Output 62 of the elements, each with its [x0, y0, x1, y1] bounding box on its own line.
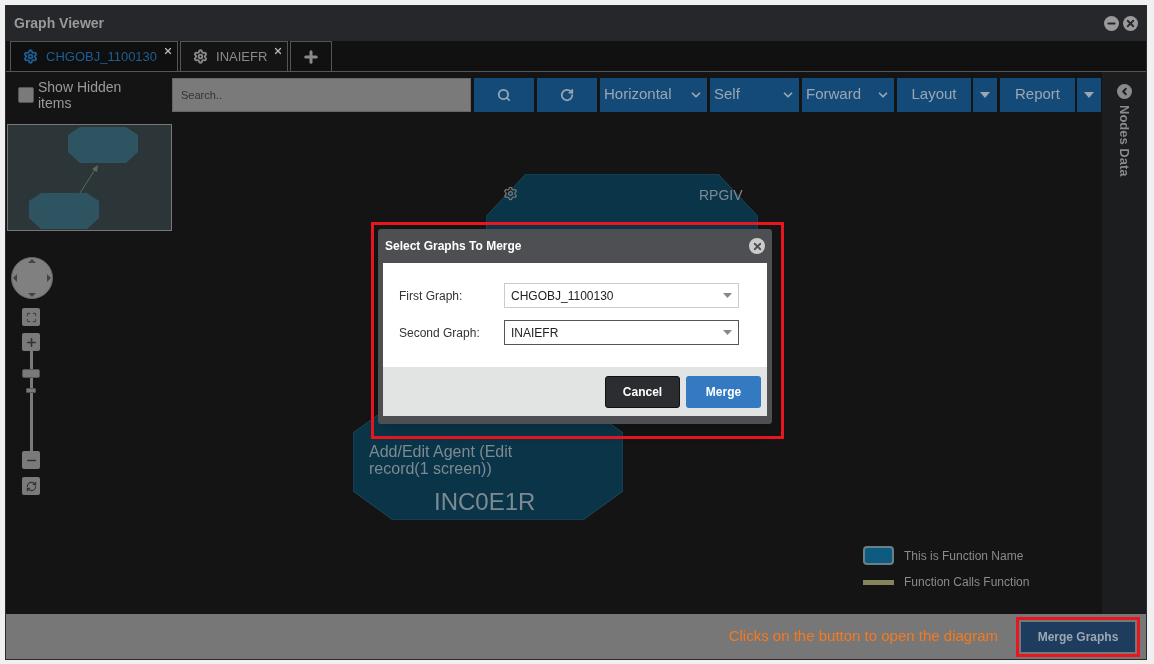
dropdown-button[interactable]: Self	[710, 77, 799, 112]
caret-icon	[980, 91, 990, 98]
gear-icon	[23, 49, 38, 64]
dialog-title: Select Graphs To Merge	[385, 238, 522, 255]
legend-edge-swatch	[863, 579, 894, 585]
gear-icon	[193, 49, 209, 64]
plus-icon	[302, 47, 321, 66]
node-tag: RPGIV	[699, 185, 743, 206]
close-button[interactable]	[1123, 16, 1138, 31]
node-code: INC0E1R	[434, 487, 536, 517]
close-tab-icon[interactable]	[273, 46, 284, 56]
zoom-slider-thumb[interactable]	[26, 388, 36, 393]
field-label: Second Graph:	[399, 324, 481, 342]
zoom-in-button[interactable]	[22, 333, 40, 351]
graph-select[interactable]: INAIEFR	[504, 320, 739, 345]
close-tab-icon[interactable]	[163, 46, 174, 56]
merge-button[interactable]: Merge	[686, 375, 761, 408]
merge-graphs-button[interactable]: Merge Graphs	[1021, 621, 1135, 652]
caret-icon	[723, 330, 732, 335]
minimap[interactable]	[7, 124, 172, 231]
plus-icon	[24, 335, 38, 349]
tab[interactable]: CHGOBJ_1100130	[10, 41, 179, 71]
close-button[interactable]	[749, 238, 765, 254]
checkbox[interactable]	[18, 86, 34, 103]
dropdown-button[interactable]: Horizontal	[600, 77, 707, 112]
fit-icon	[25, 311, 37, 323]
refresh-button[interactable]	[537, 77, 597, 112]
add-tab-button[interactable]	[290, 41, 333, 71]
gear-icon	[503, 186, 518, 201]
close-icon	[751, 240, 763, 252]
caret-button[interactable]	[1077, 77, 1101, 112]
legend-label: This is Function Name	[904, 547, 1024, 565]
reset-button[interactable]	[22, 477, 40, 495]
search-button[interactable]	[474, 77, 534, 112]
caret-icon	[1084, 91, 1094, 98]
close-icon	[1125, 18, 1136, 29]
search-field[interactable]: Search..	[172, 77, 471, 112]
toolbar-button[interactable]: Layout	[897, 77, 971, 112]
pan-arrows-icon	[12, 258, 52, 298]
side-panel-title: Nodes Data	[1115, 105, 1133, 177]
legend-label: Function Calls Function	[904, 574, 1030, 591]
checkbox-label: Show Hidden items	[38, 78, 123, 111]
caret-icon	[723, 293, 732, 298]
caret-button[interactable]	[973, 77, 997, 112]
toolbar-button[interactable]: Report	[1000, 77, 1075, 112]
cancel-button[interactable]: Cancel	[605, 375, 680, 408]
zoom-out-button[interactable]	[22, 451, 40, 469]
pan-control[interactable]	[11, 257, 53, 299]
window-title: Graph Viewer	[14, 14, 104, 33]
tab[interactable]: INAIEFR	[180, 41, 289, 71]
field-label: First Graph:	[399, 287, 464, 305]
search-icon	[497, 87, 511, 102]
node-name: Add/Edit Agent (Edit record(1 screen))	[369, 443, 514, 477]
graph-select[interactable]: CHGOBJ_1100130	[504, 283, 739, 308]
reset-icon	[25, 480, 37, 492]
minimize-button[interactable]	[1104, 16, 1119, 31]
collapse-button[interactable]	[1116, 84, 1132, 99]
refresh-icon	[560, 87, 574, 102]
dropdown-button[interactable]: Forward	[802, 77, 894, 112]
annotation-note: Clicks on the button to open the diagram	[728, 626, 998, 647]
zoom-slider-handle[interactable]	[22, 369, 40, 378]
legend-node-swatch	[863, 546, 894, 565]
